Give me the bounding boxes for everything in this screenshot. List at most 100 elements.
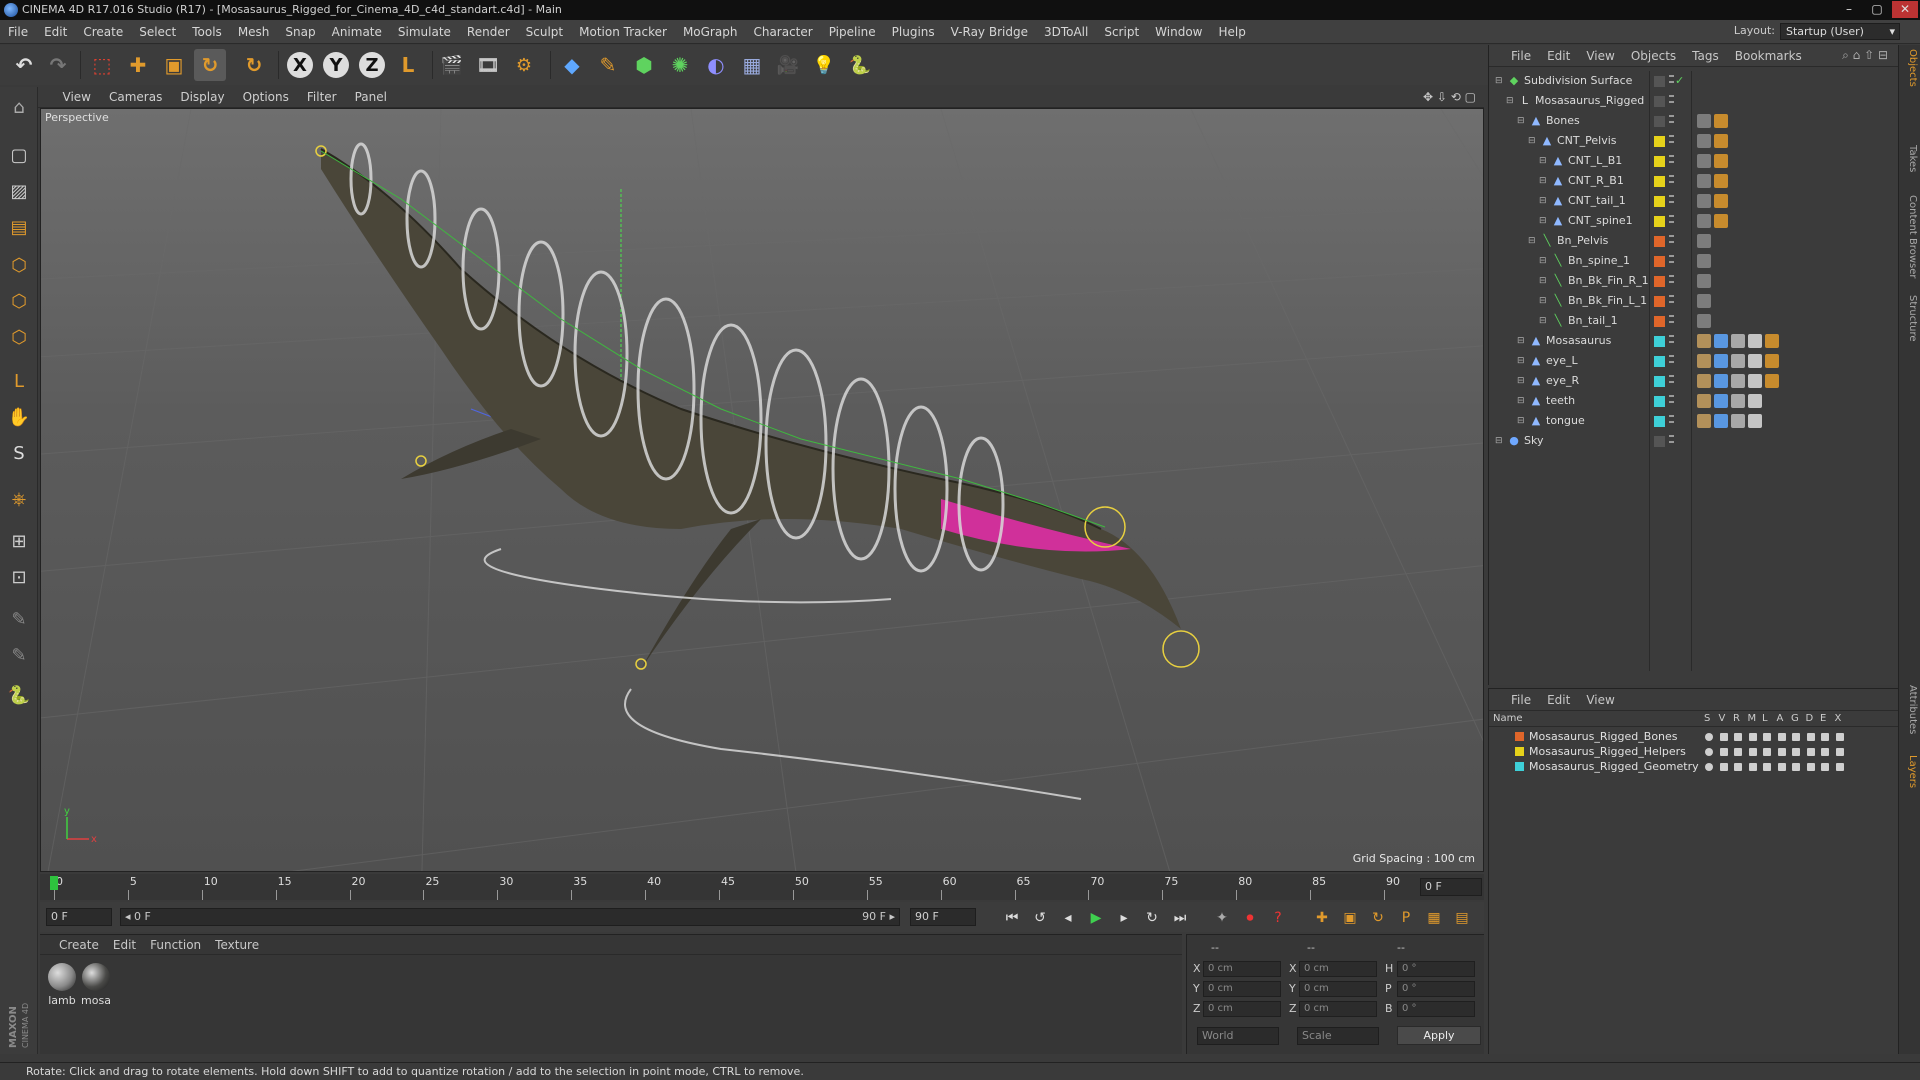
layer-column-header[interactable]: D [1806, 713, 1814, 724]
model-mode-button[interactable]: ▢ [3, 139, 35, 171]
live-selection-button[interactable]: ⬚ [86, 49, 118, 81]
side-tab-objects[interactable]: Objects [1902, 49, 1918, 87]
sculpt-tool-2-button[interactable]: ✎ [3, 639, 35, 671]
object-tag-icon[interactable] [1765, 334, 1779, 348]
close-button[interactable]: ✕ [1892, 1, 1918, 18]
object-tag-icon[interactable] [1731, 394, 1745, 408]
menu-select[interactable]: Select [131, 20, 184, 44]
render-settings-button[interactable]: ⚙ [508, 49, 540, 81]
layer-column-header[interactable]: S [1704, 713, 1710, 724]
object-tag-icon[interactable] [1714, 134, 1728, 148]
layer-color-swatch[interactable] [1515, 747, 1524, 756]
object-name[interactable]: Bn_spine_1 [1568, 251, 1630, 271]
menu-plugins[interactable]: Plugins [884, 20, 943, 44]
visibility-dots-icon[interactable] [1669, 355, 1674, 367]
object-tag-icon[interactable] [1714, 114, 1728, 128]
expand-toggle-icon[interactable]: ⊟ [1539, 251, 1547, 271]
object-menu-bookmarks[interactable]: Bookmarks [1727, 45, 1810, 67]
viewport-menu-view[interactable]: View [54, 87, 100, 108]
layer-column-header[interactable]: E [1820, 713, 1826, 724]
layer-toggle-icon[interactable] [1835, 763, 1844, 771]
layer-toggle-icon[interactable] [1777, 763, 1786, 771]
expand-toggle-icon[interactable]: ⊟ [1495, 71, 1503, 91]
menu-motion-tracker[interactable]: Motion Tracker [571, 20, 675, 44]
object-row[interactable]: ⊟ ▲ CNT_L_B1 [1489, 151, 1899, 171]
layer-menu-edit[interactable]: Edit [1539, 689, 1578, 711]
layer-row[interactable]: Mosasaurus_Rigged_Helpers [1489, 744, 1899, 759]
object-name[interactable]: teeth [1546, 391, 1575, 411]
object-tag-icon[interactable] [1748, 374, 1762, 388]
layer-toggle-icon[interactable] [1763, 763, 1771, 771]
object-tag-icon[interactable] [1731, 414, 1745, 428]
cube-object-button[interactable]: ◆ [556, 49, 588, 81]
object-row[interactable]: ⊟ ▲ tongue [1489, 411, 1899, 431]
layer-color-swatch[interactable] [1654, 256, 1665, 267]
object-tag-icon[interactable] [1748, 414, 1762, 428]
visibility-dots-icon[interactable] [1669, 155, 1674, 167]
layer-toggle-icon[interactable] [1705, 748, 1713, 756]
enabled-check-icon[interactable]: ✓ [1675, 71, 1684, 91]
object-row[interactable]: ⊟ L Mosasaurus_Rigged [1489, 91, 1899, 111]
position-field[interactable]: 0 cm [1203, 1001, 1281, 1017]
material-menu-create[interactable]: Create [52, 935, 106, 955]
layer-color-swatch[interactable] [1654, 176, 1665, 187]
expand-toggle-icon[interactable]: ⊟ [1517, 351, 1525, 371]
expand-toggle-icon[interactable]: ⊟ [1517, 371, 1525, 391]
layer-toggle-icon[interactable] [1705, 763, 1713, 771]
expand-toggle-icon[interactable]: ⊟ [1539, 211, 1547, 231]
object-name[interactable]: CNT_Pelvis [1557, 131, 1617, 151]
layer-toggle-icon[interactable] [1835, 748, 1844, 756]
texture-mode-button[interactable]: ▨ [3, 175, 35, 207]
object-tag-icon[interactable] [1714, 414, 1728, 428]
y-axis-lock-button[interactable]: Y [320, 49, 352, 81]
object-row[interactable]: ⊟ ▲ CNT_tail_1 [1489, 191, 1899, 211]
move-button[interactable]: ✚ [122, 49, 154, 81]
object-name[interactable]: Bn_Pelvis [1557, 231, 1608, 251]
object-menu-edit[interactable]: Edit [1539, 45, 1578, 67]
expand-toggle-icon[interactable]: ⊟ [1539, 271, 1547, 291]
layer-color-swatch[interactable] [1654, 416, 1665, 427]
layer-name[interactable]: Mosasaurus_Rigged_Geometry [1529, 759, 1699, 774]
current-frame-field[interactable]: 0 F [1420, 878, 1482, 896]
expand-toggle-icon[interactable]: ⊟ [1528, 131, 1536, 151]
layer-toggle-icon[interactable] [1835, 733, 1844, 741]
object-tag-icon[interactable] [1697, 194, 1711, 208]
object-row[interactable]: ⊟ ▲ CNT_Pelvis [1489, 131, 1899, 151]
layer-color-swatch[interactable] [1515, 732, 1524, 741]
object-tag-icon[interactable] [1714, 394, 1728, 408]
tweak-mode-button[interactable]: ✋ [3, 401, 35, 433]
timeline-window-button[interactable]: ▤ [1450, 907, 1474, 929]
layer-color-swatch[interactable] [1654, 276, 1665, 287]
visibility-dots-icon[interactable] [1669, 195, 1674, 207]
go-to-next-key-button[interactable]: ↻ [1140, 907, 1164, 929]
layer-color-swatch[interactable] [1654, 296, 1665, 307]
visibility-dots-icon[interactable] [1669, 215, 1674, 227]
object-name[interactable]: tongue [1546, 411, 1585, 431]
layer-column-header[interactable]: G [1791, 713, 1799, 724]
menu-file[interactable]: File [0, 20, 36, 44]
play-forwards-button[interactable]: ▶ [1084, 907, 1108, 929]
size-field[interactable]: 0 cm [1299, 1001, 1377, 1017]
object-menu-view[interactable]: View [1578, 45, 1622, 67]
visibility-dots-icon[interactable] [1669, 255, 1674, 267]
layer-menu-view[interactable]: View [1578, 689, 1622, 711]
menu-animate[interactable]: Animate [324, 20, 390, 44]
apply-button[interactable]: Apply [1397, 1026, 1481, 1045]
layer-toggle-icon[interactable] [1821, 763, 1829, 771]
object-name[interactable]: Mosasaurus [1546, 331, 1611, 351]
object-row[interactable]: ⊟ ▲ teeth [1489, 391, 1899, 411]
layer-toggle-icon[interactable] [1748, 733, 1757, 741]
layer-color-swatch[interactable] [1654, 376, 1665, 387]
position-field[interactable]: 0 cm [1203, 961, 1281, 977]
layer-column-header[interactable]: Name [1493, 713, 1523, 724]
size-field[interactable]: 0 cm [1299, 961, 1377, 977]
layer-toggle-icon[interactable] [1777, 748, 1786, 756]
object-tag-icon[interactable] [1714, 154, 1728, 168]
layer-toggle-icon[interactable] [1734, 733, 1742, 741]
visibility-dots-icon[interactable] [1669, 375, 1674, 387]
material-swatch[interactable]: lamb [46, 963, 78, 1007]
visibility-dots-icon[interactable] [1669, 335, 1674, 347]
layer-toggle-icon[interactable] [1792, 763, 1800, 771]
edges-mode-button[interactable]: ⬡ [3, 285, 35, 317]
material-menu-edit[interactable]: Edit [106, 935, 143, 955]
